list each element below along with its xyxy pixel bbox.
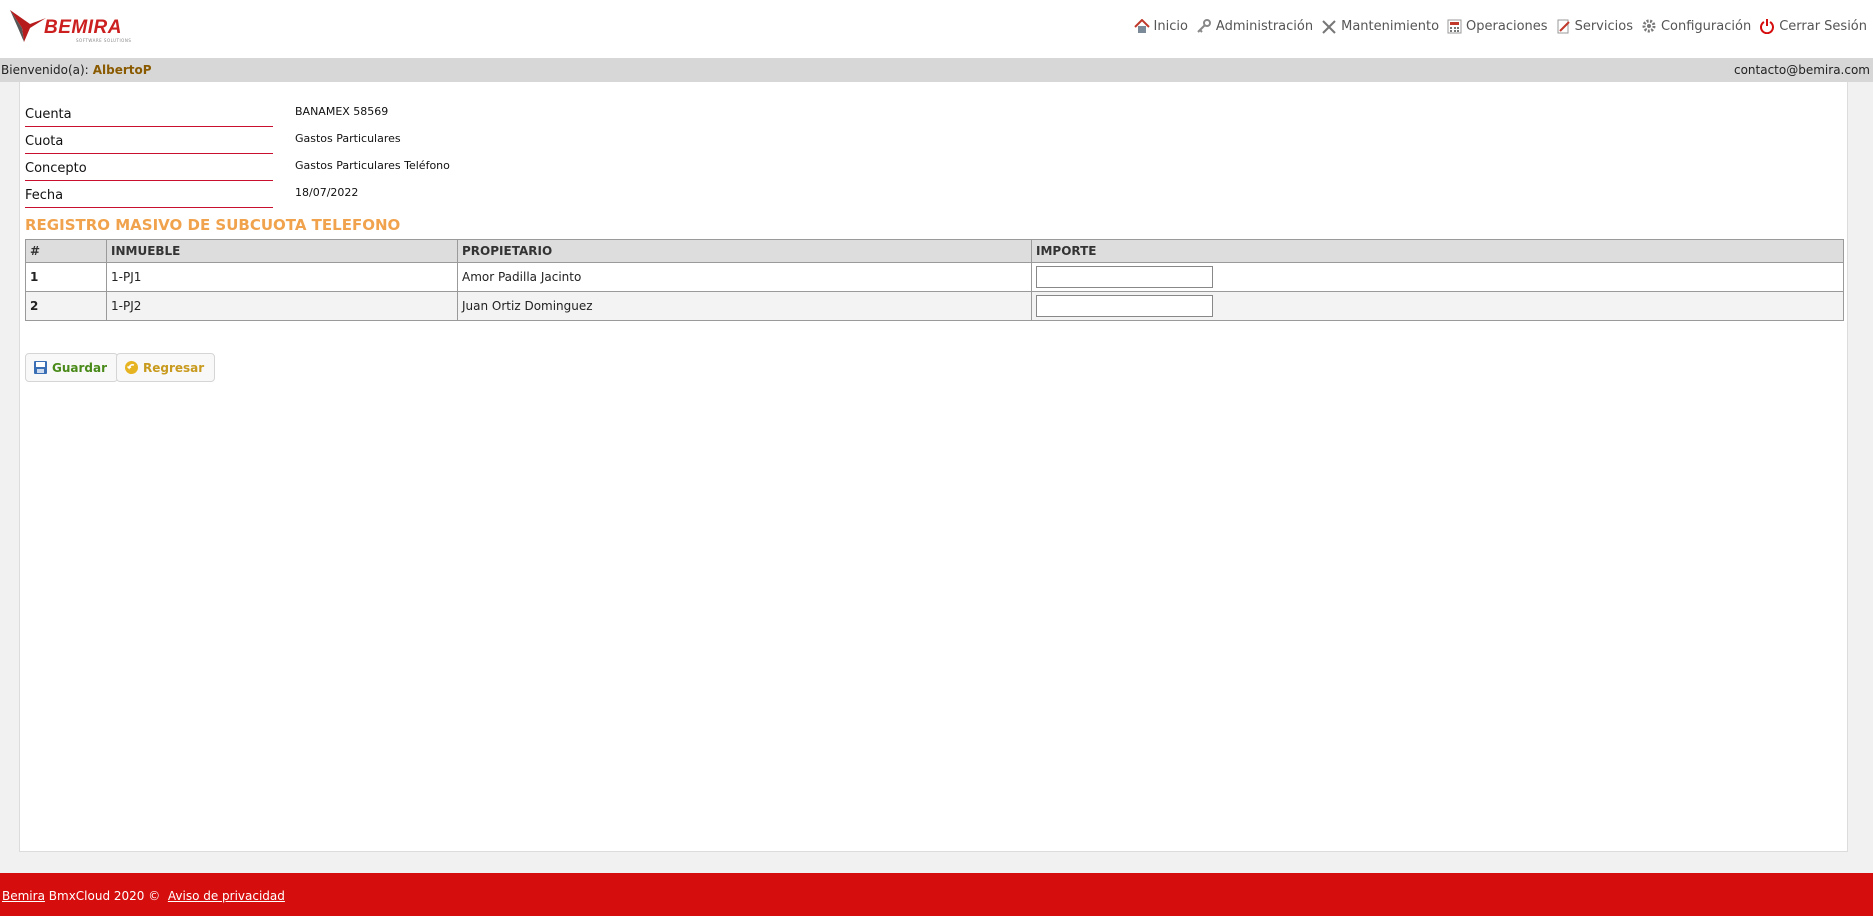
save-button[interactable]: Guardar (25, 353, 119, 382)
column-header-importe: IMPORTE (1031, 239, 1844, 263)
column-header-propietario: PROPIETARIO (457, 239, 1032, 263)
table-row: 2 1-PJ2 Juan Ortiz Dominguez (25, 291, 1844, 321)
back-arrow-icon (125, 361, 138, 374)
nav-label: Mantenimiento (1341, 18, 1440, 34)
footer-brand-link[interactable]: Bemira (2, 889, 45, 903)
back-button[interactable]: Regresar (116, 353, 216, 382)
floppy-disk-icon (34, 361, 47, 374)
importe-input[interactable] (1036, 295, 1213, 317)
main-nav: Inicio Administración Mantenimiento Oper… (1126, 16, 1867, 36)
tools-icon (1322, 19, 1336, 34)
field-value: Gastos Particulares (295, 132, 401, 145)
bemira-logo-icon (10, 10, 46, 42)
username: AlbertoP (92, 63, 152, 77)
power-icon (1760, 19, 1775, 34)
main-panel: Cuenta BANAMEX 58569 Cuota Gastos Partic… (19, 82, 1848, 852)
welcome-prefix: Bienvenido(a): (1, 63, 89, 77)
field-fecha: Fecha 18/07/2022 (25, 185, 525, 211)
footer-text: Bemira BmxCloud 2020 © Aviso de privacid… (2, 889, 285, 903)
brand-name: BEMIRA (44, 17, 122, 38)
field-label: Cuota (25, 134, 273, 154)
nav-label: Operaciones (1466, 18, 1548, 34)
column-header-number: # (25, 239, 107, 263)
field-label: Cuenta (25, 107, 273, 127)
nav-label: Cerrar Sesión (1779, 18, 1867, 34)
field-value: 18/07/2022 (295, 186, 359, 199)
row-number: 1 (25, 262, 107, 292)
welcome-bar: Bienvenido(a): AlbertoP contacto@bemira.c… (0, 58, 1873, 82)
field-label: Fecha (25, 188, 273, 208)
welcome-text: Bienvenido(a): AlbertoP (1, 63, 152, 77)
nav-label: Administración (1215, 18, 1314, 34)
importe-input[interactable] (1036, 266, 1213, 288)
nav-servicios[interactable]: Servicios (1556, 19, 1633, 34)
brand-tagline: SOFTWARE SOLUTIONS (76, 38, 132, 43)
home-icon (1133, 18, 1150, 33)
top-bar: BEMIRA SOFTWARE SOLUTIONS Inicio Adminis… (0, 0, 1873, 58)
column-header-inmueble: INMUEBLE (106, 239, 458, 263)
nav-label: Inicio (1153, 18, 1188, 34)
privacy-link[interactable]: Aviso de privacidad (168, 889, 285, 903)
nav-label: Configuración (1660, 18, 1752, 34)
bemira-logo[interactable]: BEMIRA SOFTWARE SOLUTIONS (8, 8, 138, 44)
footer-copyright: BmxCloud 2020 © (48, 889, 161, 903)
contact-email: contacto@bemira.com (1733, 63, 1870, 77)
field-cuenta: Cuenta BANAMEX 58569 (25, 104, 525, 130)
calculator-icon (1447, 19, 1462, 33)
footer: Bemira BmxCloud 2020 © Aviso de privacid… (0, 873, 1873, 916)
row-importe-cell (1031, 262, 1844, 292)
subcuota-table: # INMUEBLE PROPIETARIO IMPORTE 1 1-PJ1 A… (25, 239, 1844, 321)
section-title: REGISTRO MASIVO DE SUBCUOTA TELEFONO (25, 216, 401, 234)
nav-administracion[interactable]: Administración (1196, 18, 1314, 34)
row-propietario: Juan Ortiz Dominguez (457, 291, 1032, 321)
nav-configuracion[interactable]: Configuración (1641, 18, 1751, 34)
row-number: 2 (25, 291, 107, 321)
row-inmueble: 1-PJ2 (106, 291, 458, 321)
table-header-row: # INMUEBLE PROPIETARIO IMPORTE (25, 239, 1844, 263)
field-concepto: Concepto Gastos Particulares Teléfono (25, 158, 525, 184)
row-importe-cell (1031, 291, 1844, 321)
document-edit-icon (1557, 19, 1570, 33)
nav-operaciones[interactable]: Operaciones (1447, 19, 1548, 34)
nav-inicio[interactable]: Inicio (1133, 18, 1188, 34)
save-button-label: Guardar (52, 360, 108, 375)
field-value: Gastos Particulares Teléfono (295, 159, 450, 172)
nav-label: Servicios (1574, 18, 1633, 34)
back-button-label: Regresar (143, 360, 205, 375)
gear-icon (1642, 19, 1656, 33)
row-propietario: Amor Padilla Jacinto (457, 262, 1032, 292)
field-cuota: Cuota Gastos Particulares (25, 131, 525, 157)
table-row: 1 1-PJ1 Amor Padilla Jacinto (25, 262, 1844, 292)
row-inmueble: 1-PJ1 (106, 262, 458, 292)
nav-mantenimiento[interactable]: Mantenimiento (1321, 19, 1439, 34)
key-icon (1197, 18, 1211, 33)
field-label: Concepto (25, 161, 273, 181)
field-value: BANAMEX 58569 (295, 105, 389, 118)
nav-cerrar-sesion[interactable]: Cerrar Sesión (1759, 18, 1867, 34)
